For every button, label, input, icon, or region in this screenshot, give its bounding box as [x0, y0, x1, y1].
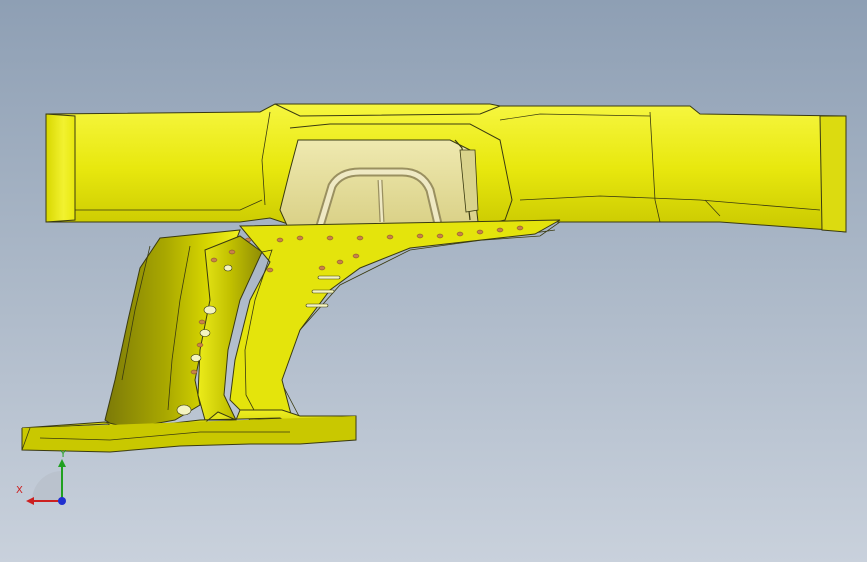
top-beam[interactable] [45, 103, 847, 233]
base-foot[interactable] [21, 409, 357, 453]
3d-part-model[interactable] [0, 0, 867, 562]
lower-flange[interactable] [229, 219, 562, 421]
y-axis-label: Y [60, 449, 67, 460]
coordinate-triad: X Y [12, 449, 82, 515]
x-axis-label: X [16, 485, 23, 496]
graphics-viewport[interactable]: X Y [0, 0, 867, 562]
